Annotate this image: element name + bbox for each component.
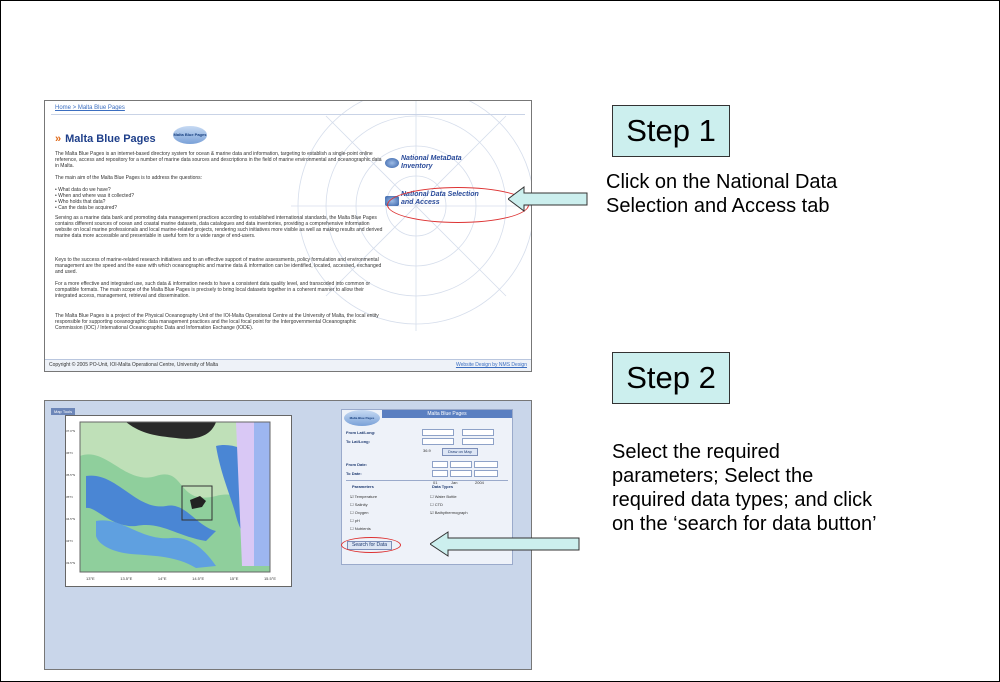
breadcrumb-divider <box>51 114 525 115</box>
to-lon-input[interactable]: 14.752 <box>462 438 494 453</box>
to-lat-value: 36.9 <box>423 448 431 453</box>
lon-label: 15°E <box>229 576 239 581</box>
from-day-select[interactable]: 01 <box>432 461 448 476</box>
instruction-line: Selection and Access tab <box>606 195 830 217</box>
instruction-line: Select the required <box>612 441 780 463</box>
parameter-checkbox-nutrients[interactable]: ☐ Nutrients <box>350 526 371 531</box>
instruction-line: required data types; and click <box>612 489 873 511</box>
questions-list: What data do we have? When and where was… <box>55 187 134 211</box>
lon-label: 13°E <box>86 576 95 581</box>
to-lat-input[interactable]: 36.9 <box>422 438 454 453</box>
datatype-checkbox-ctd[interactable]: ☐ CTD <box>430 502 443 507</box>
copyright-text: Copyright © 2005 PO-Unit, IOI-Malta Oper… <box>49 362 219 368</box>
lat-label: 33.5°N <box>66 561 76 565</box>
arrow-icon: » <box>55 133 62 145</box>
map-tools-label: Map Tools <box>51 408 76 415</box>
list-item: Can the data be acquired? <box>55 205 134 211</box>
data-types-heading: Data Types <box>432 484 454 489</box>
aim-paragraph: The main aim of the Malta Blue Pages is … <box>55 175 203 181</box>
lat-label: 34°N <box>66 539 73 543</box>
step-1-instruction: Click on the National Data Selection and… <box>606 170 837 218</box>
lat-label: 35.5°N <box>66 473 76 477</box>
from-month-select[interactable]: Jan <box>450 461 472 476</box>
to-day-select[interactable]: 01 <box>432 470 448 485</box>
from-year-select[interactable]: 1990 <box>474 461 498 476</box>
parameter-label: Salinity <box>354 502 368 507</box>
lat-label: 35°N <box>66 495 73 499</box>
lat-label: 36°N <box>66 451 73 455</box>
datatype-checkbox-bathythermograph[interactable]: ☑ Bathythermograph <box>430 510 468 515</box>
divider <box>346 480 508 481</box>
intro-paragraph: The Malta Blue Pages is an internet-base… <box>55 151 382 169</box>
malta-blue-pages-logo: Malta Blue Pages <box>344 410 380 426</box>
parameter-checkbox-temperature[interactable]: ☑ Temperature <box>350 494 377 499</box>
lat-label: 37.0°N <box>66 429 76 433</box>
map-panel[interactable]: 37.0°N 36°N 35.5°N 35°N 34.5°N 34°N 33.5… <box>65 415 292 587</box>
datatype-label: Water Bottle <box>434 494 457 499</box>
paragraph-5: The Malta Blue Pages is a project of the… <box>55 313 379 331</box>
paragraph-3: Keys to the success of marine-related re… <box>55 257 382 275</box>
page-title: » Malta Blue Pages <box>55 133 156 145</box>
malta-blue-pages-logo: Malta Blue Pages <box>173 126 207 144</box>
paragraph-2: Serving as a marine data bank and promot… <box>55 215 383 239</box>
datatype-label: Bathythermograph <box>434 510 468 515</box>
lon-label: 14°E <box>157 576 167 581</box>
parameter-label: pH <box>354 518 360 523</box>
parameter-label: Oxygen <box>354 510 369 515</box>
parameter-label: Nutrients <box>354 526 371 531</box>
instruction-line: parameters; Select the <box>612 465 814 487</box>
from-lat-long-label: From Lat/Long: <box>346 430 376 435</box>
step-1-box: Step 1 <box>612 105 730 157</box>
parameter-checkbox-salinity[interactable]: ☐ Salinity <box>350 502 368 507</box>
parameter-checkbox-oxygen[interactable]: ☐ Oxygen <box>350 510 369 515</box>
from-lon-input[interactable]: 14 <box>462 429 494 444</box>
page-title-text: Malta Blue Pages <box>65 133 156 145</box>
step-2-box: Step 2 <box>612 352 730 404</box>
from-date-label: From Date: <box>346 462 368 467</box>
lon-axis: 13°E 13.5°E 14°E 14.5°E 15°E 15.5°E <box>86 576 276 581</box>
instruction-line: Click on the National Data <box>606 171 838 193</box>
breadcrumb[interactable]: Home > Malta Blue Pages <box>55 105 125 111</box>
parameters-heading: Parameters <box>352 484 374 489</box>
panel-title: Malta Blue Pages <box>382 410 512 418</box>
to-year-select[interactable]: 2004 <box>474 470 498 485</box>
arrow-left-icon <box>430 531 580 557</box>
instruction-line: on the ‘search for data button’ <box>612 513 877 535</box>
parameter-checkbox-ph[interactable]: ☐ pH <box>350 518 360 523</box>
parameter-label: Temperature <box>354 494 378 499</box>
lon-label: 13.5°E <box>120 576 133 581</box>
link-national-metadata-inventory[interactable]: National MetaData Inventory <box>401 155 481 171</box>
step-2-instruction: Select the required parameters; Select t… <box>612 440 877 536</box>
to-month-select[interactable]: Jan <box>450 470 472 485</box>
from-lat-input[interactable]: 36.026 <box>422 429 454 444</box>
metadata-globe-icon <box>385 158 399 168</box>
to-date-label: To Date: <box>346 471 362 476</box>
lon-label: 14.5°E <box>192 576 205 581</box>
highlight-ellipse <box>341 537 401 553</box>
lat-axis: 37.0°N 36°N 35.5°N 35°N 34.5°N 34°N 33.5… <box>66 416 80 590</box>
paragraph-4: For a more effective and integrated use,… <box>55 281 371 299</box>
website-design-link[interactable]: Website Design by NMS Design <box>456 360 527 371</box>
screenshot-malta-blue-pages: Home > Malta Blue Pages » Malta Blue Page… <box>44 100 532 372</box>
lat-label: 34.5°N <box>66 517 76 521</box>
arrow-left-icon <box>508 186 588 212</box>
lon-label: 15.5°E <box>263 576 276 581</box>
draw-on-map-button[interactable]: Draw on Map <box>442 448 478 456</box>
to-lat-long-label: To Lat/Long: <box>346 439 370 444</box>
bathymetry-map <box>79 421 271 573</box>
datatype-checkbox-water-bottle[interactable]: ☐ Water Bottle <box>430 494 457 499</box>
datatype-label: CTD <box>434 502 443 507</box>
footer: Copyright © 2005 PO-Unit, IOI-Malta Oper… <box>45 359 531 371</box>
